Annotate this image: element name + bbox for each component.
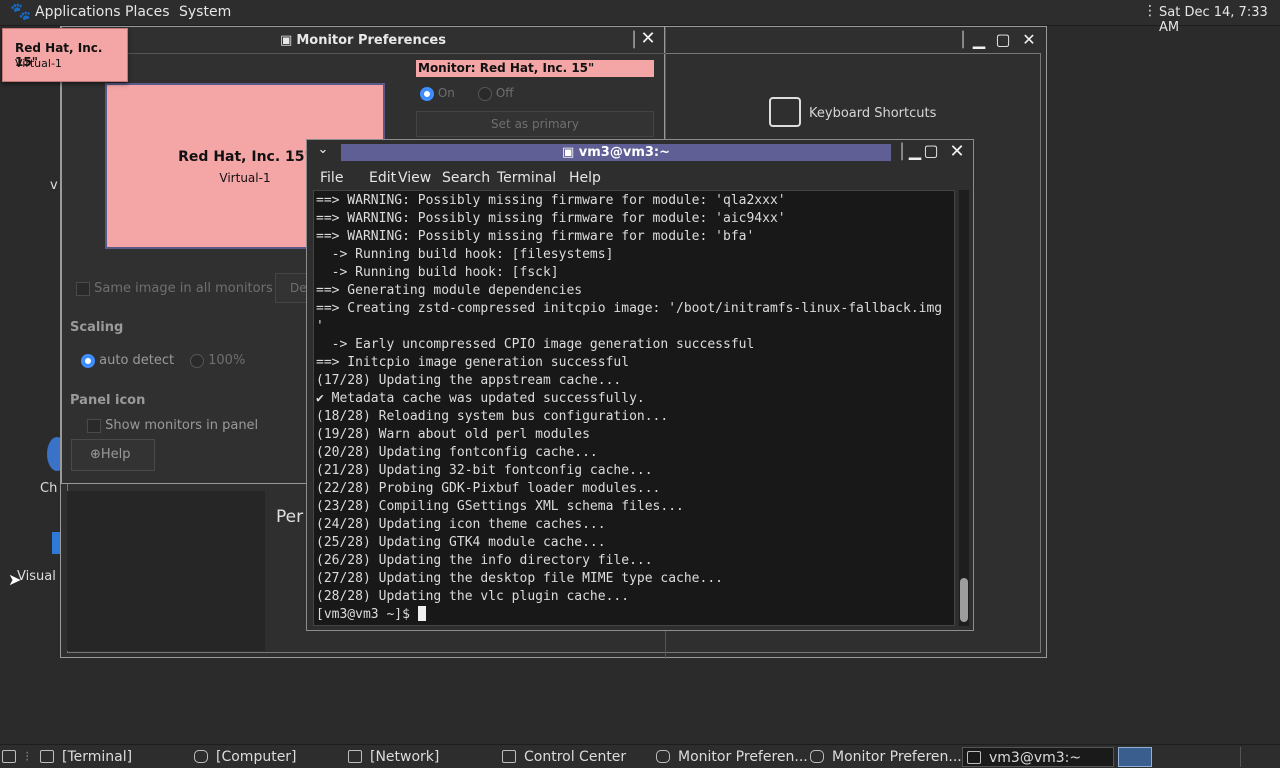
mouse-pointer-icon: ➤ xyxy=(8,570,22,589)
terminal-output[interactable]: ==> WARNING: Possibly missing firmware f… xyxy=(313,190,955,626)
desktop-icon-label: v xyxy=(50,178,58,193)
help-button[interactable]: ⊕Help xyxy=(71,439,155,471)
terminal-line: -> Running build hook: [fsck] xyxy=(316,265,559,280)
top-panel: 🐾 Applications Places System ⋮ Sat Dec 1… xyxy=(0,0,1280,35)
help-icon: ⊕ xyxy=(90,447,101,462)
taskbar-network[interactable]: [Network] xyxy=(348,747,439,767)
workspace-switcher[interactable] xyxy=(1118,747,1152,767)
terminal-line: (27/28) Updating the desktop file MIME t… xyxy=(316,571,723,586)
show-desktop-icon[interactable] xyxy=(0,747,22,767)
window-title: Monitor Preferences xyxy=(296,32,446,48)
close-icon[interactable]: ✕ xyxy=(947,141,967,162)
taskbar: ⁝ [Terminal] [Computer] [Network] Contro… xyxy=(0,744,1280,768)
section-heading: Per xyxy=(276,507,304,527)
minimize-icon[interactable]: ▁ xyxy=(969,30,989,49)
monitor-prefs-icon: ▣ xyxy=(280,32,293,48)
terminal-line: (18/28) Reloading system bus configurati… xyxy=(316,409,669,424)
terminal-window: ⌄ ▣ vm3@vm3:~ ⏐ ▁ ▢ ✕ File Edit View Sea… xyxy=(306,139,974,631)
menu-search[interactable]: Search xyxy=(442,170,490,186)
applications-menu[interactable]: Applications xyxy=(35,4,121,20)
terminal-line: ==> WARNING: Possibly missing firmware f… xyxy=(316,229,755,244)
terminal-line: ==> Initcpio image generation successful xyxy=(316,355,630,370)
maximize-icon[interactable]: ▢ xyxy=(921,141,941,160)
same-image-checkbox[interactable]: Same image in all monitors xyxy=(76,281,273,296)
terminal-line: ' xyxy=(316,319,324,334)
terminal-icon xyxy=(40,750,54,763)
taskbar-terminal[interactable]: [Terminal] xyxy=(40,747,132,767)
taskbar-computer[interactable]: [Computer] xyxy=(194,747,297,767)
scale-100-radio[interactable]: 100% xyxy=(190,353,245,368)
terminal-lines: ==> WARNING: Possibly missing firmware f… xyxy=(316,192,942,624)
taskbar-control-center[interactable]: Control Center xyxy=(502,747,626,767)
terminal-line: ==> WARNING: Possibly missing firmware f… xyxy=(316,193,786,208)
scrollbar-thumb[interactable] xyxy=(960,578,968,622)
taskbar-monitor-prefs-1[interactable]: Monitor Preferen... xyxy=(656,747,808,767)
terminal-line: ✔ Metadata cache was updated successfull… xyxy=(316,391,645,406)
terminal-line: -> Early uncompressed CPIO image generat… xyxy=(316,337,755,352)
terminal-line: (23/28) Compiling GSettings XML schema f… xyxy=(316,499,684,514)
terminal-line: ==> Generating module dependencies xyxy=(316,283,583,298)
terminal-icon: ▣ xyxy=(561,145,579,160)
terminal-line: (25/28) Updating GTK4 module cache... xyxy=(316,535,606,550)
terminal-line: ==> Creating zstd-compressed initcpio im… xyxy=(316,301,943,316)
tooltip-subtitle: Virtual-1 xyxy=(15,57,62,70)
terminal-line: (28/28) Updating the vlc plugin cache... xyxy=(316,589,630,604)
keyboard-shortcuts-label[interactable]: Keyboard Shortcuts xyxy=(809,106,936,121)
taskbar-vm3-terminal[interactable]: vm3@vm3:~ xyxy=(962,747,1114,767)
control-center-icon xyxy=(502,750,516,763)
menu-file[interactable]: File xyxy=(320,170,343,186)
terminal-line: (19/28) Warn about old perl modules xyxy=(316,427,590,442)
show-monitors-checkbox[interactable]: Show monitors in panel xyxy=(87,418,258,433)
panel-icon-label: Panel icon xyxy=(70,393,146,408)
monitor-prefs-icon xyxy=(810,750,824,763)
window-titlebar: ▣ Monitor Preferences xyxy=(62,27,664,53)
terminal-menubar: File Edit View Search Terminal Help xyxy=(313,168,973,190)
terminal-line: (22/28) Probing GDK-Pixbuf loader module… xyxy=(316,481,661,496)
terminal-line: ==> WARNING: Possibly missing firmware f… xyxy=(316,211,786,226)
menu-edit[interactable]: Edit xyxy=(369,170,396,186)
terminal-titlebar: ⌄ ▣ vm3@vm3:~ ⏐ ▁ ▢ ✕ xyxy=(307,140,973,164)
sidebar xyxy=(67,491,265,651)
menu-terminal[interactable]: Terminal xyxy=(497,170,556,186)
desktop-icon-label[interactable]: Ch xyxy=(40,481,57,496)
terminal-line: (17/28) Updating the appstream cache... xyxy=(316,373,622,388)
terminal-line: -> Running build hook: [filesystems] xyxy=(316,247,614,262)
monitor-tooltip: Red Hat, Inc. 15" Virtual-1 xyxy=(2,28,128,82)
terminal-icon xyxy=(967,751,981,764)
terminal-line: [vm3@vm3 ~]$ xyxy=(316,606,942,624)
set-primary-button[interactable]: Set as primary xyxy=(416,111,654,137)
auto-detect-radio[interactable]: auto detect xyxy=(81,353,174,368)
monitor-header: Monitor: Red Hat, Inc. 15" xyxy=(416,60,654,77)
terminal-title: ▣ vm3@vm3:~ xyxy=(341,144,891,161)
off-radio[interactable]: Off xyxy=(478,86,514,101)
divider xyxy=(1240,747,1241,767)
terminal-line: (26/28) Updating the info directory file… xyxy=(316,553,653,568)
clock[interactable]: Sat Dec 14, 7:33 AM xyxy=(1159,5,1280,35)
terminal-scrollbar[interactable] xyxy=(959,190,969,626)
terminal-line: (20/28) Updating fontconfig cache... xyxy=(316,445,598,460)
system-menu[interactable]: System xyxy=(179,4,231,20)
gnome-foot-icon[interactable]: 🐾 xyxy=(10,2,31,22)
taskbar-monitor-prefs-2[interactable]: Monitor Preferen... xyxy=(810,747,962,767)
scaling-label: Scaling xyxy=(70,320,124,335)
computer-icon xyxy=(194,750,208,763)
network-icon xyxy=(348,750,362,763)
menu-view[interactable]: View xyxy=(398,170,431,186)
on-radio[interactable]: On xyxy=(420,86,455,101)
keyboard-shortcuts-icon[interactable] xyxy=(769,97,801,127)
terminal-line: (24/28) Updating icon theme caches... xyxy=(316,517,606,532)
close-icon[interactable]: ✕ xyxy=(638,28,658,49)
separator-icon: ⁝ xyxy=(25,749,30,765)
kebab-icon[interactable]: ⋮ xyxy=(1143,3,1157,19)
close-icon[interactable]: ✕ xyxy=(1019,30,1039,49)
maximize-icon[interactable]: ▢ xyxy=(993,30,1013,49)
chevron-down-icon[interactable]: ⌄ xyxy=(313,142,333,157)
places-menu[interactable]: Places xyxy=(125,4,170,20)
terminal-line: (21/28) Updating 32-bit fontconfig cache… xyxy=(316,463,653,478)
cursor xyxy=(417,606,426,621)
menu-help[interactable]: Help xyxy=(569,170,601,186)
monitor-prefs-icon xyxy=(656,750,670,763)
